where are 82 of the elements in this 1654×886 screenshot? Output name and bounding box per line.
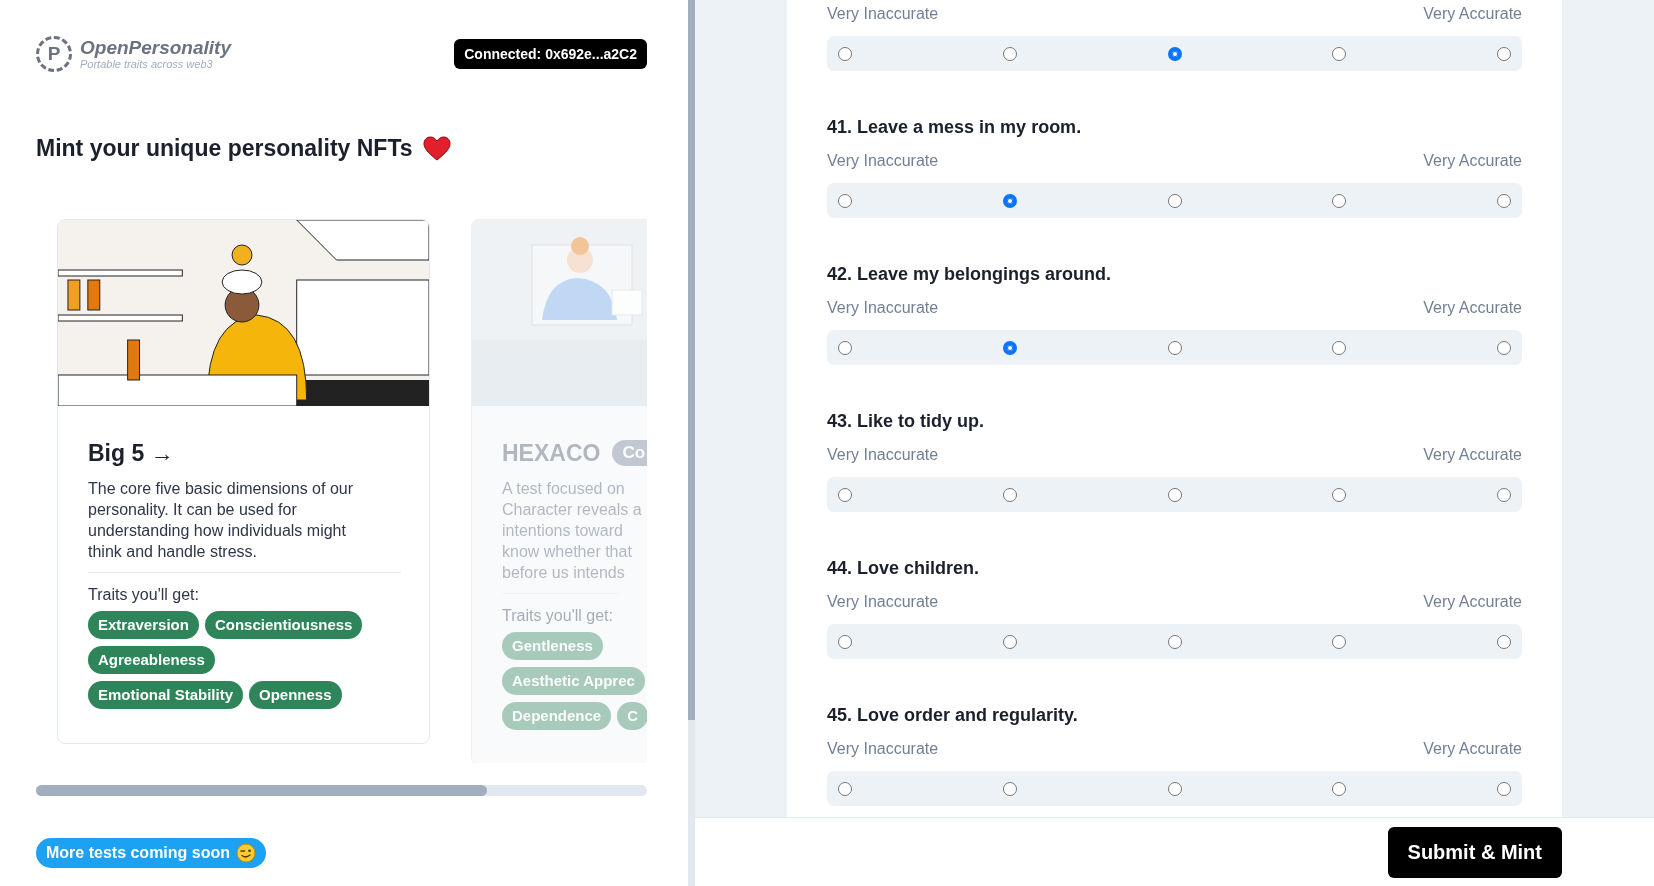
scale-high-label: Very Accurate	[1423, 445, 1522, 465]
radio-button[interactable]	[1167, 46, 1182, 61]
question-text: 42. Leave my belongings around.	[827, 263, 1113, 286]
radio-button[interactable]	[1497, 634, 1511, 649]
card-description: A test focused on	[502, 479, 625, 499]
scale-low-label: Very Inaccurate	[827, 298, 939, 318]
question-text: 44. Love children.	[827, 557, 981, 580]
radio-button[interactable]	[1497, 781, 1511, 796]
scale-low-label: Very Inaccurate	[827, 739, 939, 759]
scrollbar[interactable]	[688, 0, 695, 886]
trait-tag: Dependence	[502, 702, 612, 730]
radio-button[interactable]	[1002, 781, 1017, 796]
scale-high-label: Very Accurate	[1423, 592, 1522, 612]
wallet-status-badge[interactable]: Connected: 0x692e...a2C2	[454, 38, 647, 69]
trait-tag: Conscientiousness	[204, 611, 363, 639]
scale-low-label: Very Inaccurate	[827, 4, 939, 24]
scale-high-label: Very Accurate	[1423, 298, 1522, 318]
scale-low-label: Very Inaccurate	[827, 151, 939, 171]
card-description: The core five basic dimensions of our	[88, 479, 353, 499]
radio-button[interactable]	[1497, 46, 1511, 61]
radio-button[interactable]	[838, 634, 852, 649]
trait-tag: Aesthetic Apprec	[502, 667, 645, 695]
radio-button[interactable]	[1332, 193, 1347, 208]
radio-button[interactable]	[1332, 46, 1347, 61]
trait-tag: Agreeableness	[88, 646, 215, 674]
card-description: intentions toward	[502, 521, 623, 541]
coming-soon-text: More tests coming soon	[46, 844, 231, 862]
question-text: 45. Love order and regularity.	[827, 704, 1079, 727]
card-description: before us intends	[502, 563, 625, 583]
trait-tag: Openness	[249, 681, 342, 709]
page-heading: Mint your unique personality NFTs	[36, 134, 413, 162]
radio-button[interactable]	[1497, 193, 1511, 208]
card-description: personality. It can be used for	[88, 500, 297, 520]
trait-tag: Emotional Stability	[88, 681, 243, 709]
question-text: 43. Like to tidy up.	[827, 410, 986, 433]
radio-button[interactable]	[1002, 340, 1017, 355]
card-title: HEXACO	[502, 439, 601, 467]
card-description: think and handle stress.	[88, 542, 257, 562]
radio-button[interactable]	[1167, 634, 1182, 649]
tagline: Portable traits across web3	[80, 57, 213, 71]
radio-button[interactable]	[1167, 340, 1182, 355]
radio-button[interactable]	[838, 46, 852, 61]
card-description: Character reveals a	[502, 500, 642, 520]
card-description: know whether that	[502, 542, 632, 562]
radio-button[interactable]	[1167, 193, 1182, 208]
radio-button[interactable]	[1332, 340, 1347, 355]
carousel-scrollbar[interactable]	[36, 785, 647, 796]
scale-high-label: Very Accurate	[1423, 739, 1522, 759]
brand-name: OpenPersonality	[80, 36, 231, 58]
radio-button[interactable]	[1002, 193, 1017, 208]
card-description: understanding how individuals might	[88, 521, 346, 541]
radio-button[interactable]	[838, 487, 852, 502]
scale-high-label: Very Accurate	[1423, 4, 1522, 24]
radio-button[interactable]	[1497, 487, 1511, 502]
question-text: 41. Leave a mess in my room.	[827, 116, 1083, 139]
radio-button[interactable]	[1002, 634, 1017, 649]
trait-tag: Gentleness	[502, 632, 603, 660]
radio-button[interactable]	[1002, 46, 1017, 61]
radio-button[interactable]	[838, 340, 852, 355]
logo: P	[36, 35, 72, 72]
radio-button[interactable]	[1332, 634, 1347, 649]
status-badge: Co	[612, 440, 647, 466]
traits-label: Traits you'll get:	[88, 585, 200, 605]
scale-low-label: Very Inaccurate	[827, 592, 939, 612]
radio-button[interactable]	[1497, 340, 1511, 355]
trait-tag: C	[617, 702, 647, 730]
radio-button[interactable]	[1167, 487, 1182, 502]
radio-button[interactable]	[1332, 487, 1347, 502]
scale-high-label: Very Accurate	[1423, 151, 1522, 171]
test-card[interactable]	[57, 219, 430, 744]
radio-button[interactable]	[1002, 487, 1017, 502]
traits-label: Traits you'll get:	[502, 606, 614, 626]
card-title: Big 5 →	[88, 439, 174, 467]
radio-button[interactable]	[838, 781, 852, 796]
heart-icon	[422, 135, 451, 161]
trait-tag: Extraversion	[88, 611, 199, 639]
submit-button[interactable]: Submit & Mint	[1387, 826, 1562, 878]
winking-smiley-icon	[236, 843, 257, 863]
radio-button[interactable]	[838, 193, 852, 208]
radio-button[interactable]	[1332, 781, 1347, 796]
scale-low-label: Very Inaccurate	[827, 445, 939, 465]
radio-button[interactable]	[1167, 781, 1182, 796]
